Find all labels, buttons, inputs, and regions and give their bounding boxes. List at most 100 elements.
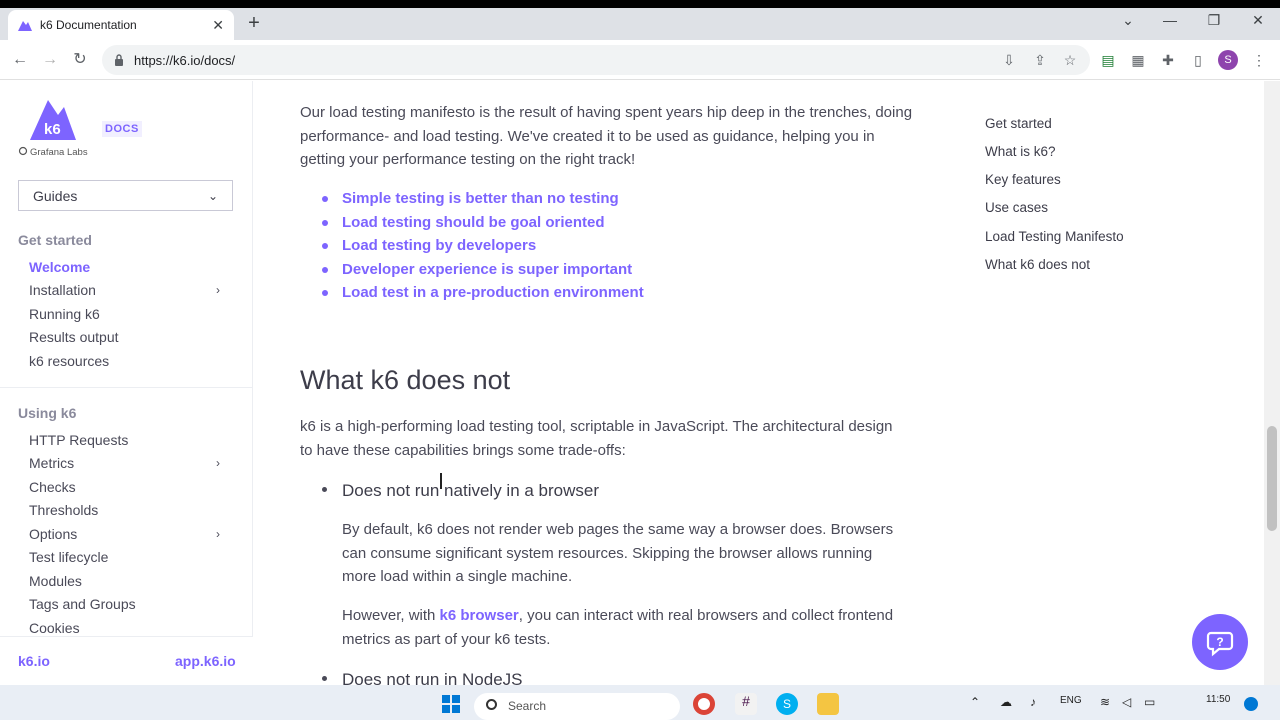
bullet <box>322 290 328 296</box>
point1-para2-before: However, with <box>342 607 440 624</box>
file-explorer-icon[interactable] <box>817 693 839 715</box>
toc-item-manifesto[interactable]: Load Testing Manifesto <box>985 229 1124 244</box>
manifesto-link-1[interactable]: Simple testing is better than no testing <box>342 190 619 207</box>
scroll-thumb[interactable] <box>1267 426 1277 531</box>
minimize-icon[interactable]: — <box>1158 12 1182 28</box>
tray-mic-icon[interactable]: ♪ <box>1030 695 1036 709</box>
slack-icon[interactable]: # <box>735 693 757 715</box>
toc-item-get-started[interactable]: Get started <box>985 116 1052 131</box>
chevron-right-icon[interactable]: › <box>216 527 220 541</box>
extensions-puzzle-icon[interactable]: ✚ <box>1159 51 1177 69</box>
point1-paragraph-2: However, with k6 browser, you can intera… <box>342 604 902 651</box>
wifi-icon[interactable]: ≋ <box>1100 695 1110 709</box>
language-indicator[interactable]: ENG <box>1060 695 1082 706</box>
sidebar-item-thresholds[interactable]: Thresholds <box>29 502 98 518</box>
manifesto-link-4[interactable]: Developer experience is super important <box>342 261 632 278</box>
tab-title: k6 Documentation <box>40 18 137 32</box>
k6-favicon-icon <box>18 21 32 31</box>
notification-icon[interactable] <box>1244 697 1258 711</box>
url-text: https://k6.io/docs/ <box>134 52 236 68</box>
tab-search-chevron-icon[interactable]: ⌄ <box>1116 12 1140 29</box>
side-panel-icon[interactable]: ▯ <box>1189 51 1207 69</box>
windows-start-icon[interactable] <box>440 693 462 715</box>
chevron-down-icon: ⌄ <box>207 188 218 203</box>
back-icon[interactable]: ← <box>10 50 30 70</box>
toc-item-what-is-k6[interactable]: What is k6? <box>985 144 1056 159</box>
point2-title: Does not run in NodeJS <box>342 670 523 685</box>
bullet <box>322 487 327 492</box>
skype-icon[interactable]: S <box>776 693 798 715</box>
extension-grid-icon[interactable]: ▦ <box>1129 51 1147 69</box>
k6-browser-link[interactable]: k6 browser <box>440 607 519 624</box>
sidebar-item-http-requests[interactable]: HTTP Requests <box>29 432 128 448</box>
sidebar-item-results-output[interactable]: Results output <box>29 329 119 345</box>
address-bar[interactable]: https://k6.io/docs/ <box>102 45 1090 75</box>
taskbar-search[interactable]: Search <box>474 693 680 720</box>
sidebar-item-checks[interactable]: Checks <box>29 479 76 495</box>
profile-avatar[interactable]: S <box>1218 50 1238 70</box>
sidebar-item-installation[interactable]: Installation <box>29 282 96 298</box>
sidebar-item-tags-and-groups[interactable]: Tags and Groups <box>29 596 136 612</box>
sidebar-item-cookies[interactable]: Cookies <box>29 620 80 636</box>
sidebar-item-metrics[interactable]: Metrics <box>29 455 74 471</box>
footer-link-k6io[interactable]: k6.io <box>18 653 50 669</box>
tray-up-icon[interactable]: ⌃ <box>970 695 980 709</box>
manifesto-link-5[interactable]: Load test in a pre-production environmen… <box>342 284 644 301</box>
chevron-right-icon[interactable]: › <box>216 456 220 470</box>
sidebar-item-welcome[interactable]: Welcome <box>29 259 90 275</box>
battery-icon[interactable]: ▭ <box>1144 695 1155 709</box>
bullet <box>322 676 327 681</box>
guides-select[interactable]: Guides ⌄ <box>18 180 233 211</box>
footer-link-app[interactable]: app.k6.io <box>175 653 236 669</box>
sidebar-item-options[interactable]: Options <box>29 526 77 542</box>
text-cursor <box>440 473 442 489</box>
volume-icon[interactable]: ◁ <box>1122 695 1131 709</box>
chevron-right-icon[interactable]: › <box>216 283 220 297</box>
toc-item-key-features[interactable]: Key features <box>985 172 1061 187</box>
logo-text: k6 <box>44 121 61 138</box>
help-button[interactable]: ? <box>1192 614 1248 670</box>
bookmark-star-icon[interactable]: ☆ <box>1061 51 1079 69</box>
browser-tab[interactable]: k6 Documentation ✕ <box>8 10 234 40</box>
intro-paragraph: k6 is a high-performing load testing too… <box>300 418 893 459</box>
forward-icon[interactable]: → <box>40 50 60 70</box>
manifesto-link-3[interactable]: Load testing by developers <box>342 237 536 254</box>
guides-select-label: Guides <box>33 187 78 204</box>
sidebar-item-modules[interactable]: Modules <box>29 573 82 589</box>
bullet <box>322 243 328 249</box>
help-question-icon: ? <box>1206 631 1234 657</box>
browser-toolbar: ← → ↻ https://k6.io/docs/ ⇩ ⇪ ☆ ▤ ▦ ✚ ▯ … <box>0 40 1280 80</box>
tab-strip: k6 Documentation ✕ + ⌄ — ❐ ✕ <box>0 8 1280 40</box>
sidebar-item-k6-resources[interactable]: k6 resources <box>29 353 109 369</box>
sidebar-item-running-k6[interactable]: Running k6 <box>29 306 100 322</box>
section-title-get-started[interactable]: Get started <box>18 232 92 248</box>
sidebar: k6 Grafana Labs DOCS Guides ⌄ Get starte… <box>0 81 253 685</box>
install-app-icon[interactable]: ⇩ <box>1000 51 1018 69</box>
share-icon[interactable]: ⇪ <box>1031 51 1049 69</box>
lock-icon <box>115 54 123 66</box>
sidebar-divider <box>0 387 253 388</box>
chrome-icon[interactable] <box>693 693 715 715</box>
clock-time[interactable]: 11:50 <box>1206 694 1230 705</box>
toc-item-what-k6-does-not[interactable]: What k6 does not <box>985 257 1090 272</box>
search-icon <box>486 699 497 710</box>
sidebar-footer: k6.io app.k6.io <box>0 636 253 685</box>
logo-sub: Grafana Labs <box>30 147 88 157</box>
manifesto-link-2[interactable]: Load testing should be goal oriented <box>342 214 605 231</box>
page-scrollbar[interactable] <box>1264 81 1280 685</box>
toc-item-use-cases[interactable]: Use cases <box>985 200 1048 215</box>
close-window-icon[interactable]: ✕ <box>1246 12 1270 29</box>
docs-badge: DOCS <box>102 121 142 137</box>
bullet <box>322 220 328 226</box>
point1-title: Does not run natively in a browser <box>342 481 600 500</box>
new-tab-button[interactable]: + <box>244 12 264 35</box>
tray-cloud-icon[interactable]: ☁ <box>1000 695 1012 709</box>
sidebar-item-test-lifecycle[interactable]: Test lifecycle <box>29 549 108 565</box>
extension-sheet-icon[interactable]: ▤ <box>1099 51 1117 69</box>
section-title-using-k6[interactable]: Using k6 <box>18 405 76 421</box>
reload-icon[interactable]: ↻ <box>70 50 90 70</box>
tab-close-icon[interactable]: ✕ <box>212 17 224 34</box>
maximize-icon[interactable]: ❐ <box>1202 12 1226 29</box>
section-heading: What k6 does not <box>300 365 511 395</box>
menu-kebab-icon[interactable]: ⋮ <box>1250 51 1268 69</box>
